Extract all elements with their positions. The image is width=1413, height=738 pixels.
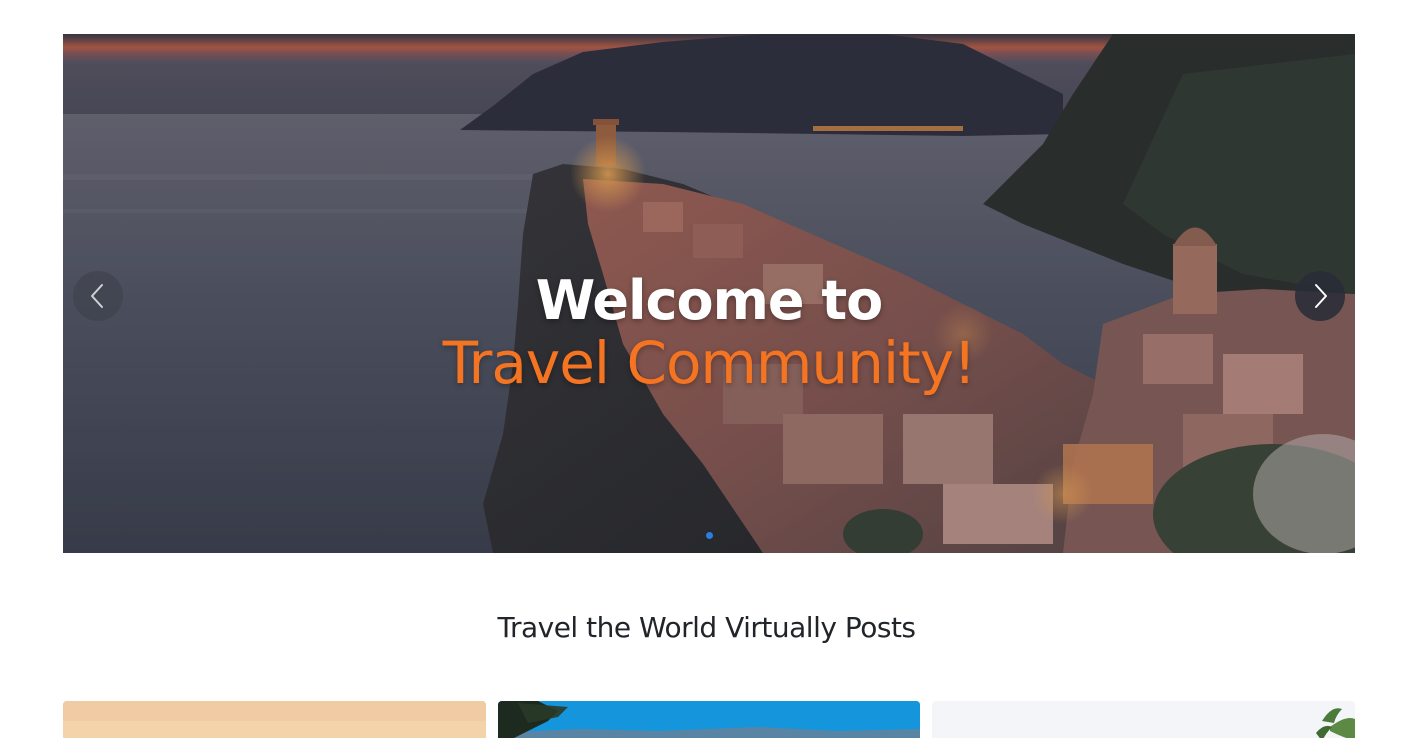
post-card-3[interactable] [932, 701, 1355, 738]
chevron-left-icon [91, 284, 103, 308]
carousel-indicator-1[interactable] [705, 532, 713, 539]
beach-sunset-image [63, 701, 486, 738]
carousel-indicators [63, 532, 1355, 539]
carousel-prev-button[interactable] [73, 271, 123, 321]
section-title: Travel the World Virtually Posts [497, 611, 916, 644]
post-card-2[interactable] [498, 701, 920, 738]
post-card-1[interactable] [63, 701, 486, 738]
hero-title-line1: Welcome to [535, 269, 883, 332]
hero-carousel: Welcome to Travel Community! [63, 34, 1355, 553]
home-page: Welcome to Travel Community! Travel the … [0, 0, 1413, 738]
chevron-right-icon [1315, 284, 1327, 308]
hero-title-line2: Travel Community! [442, 329, 977, 397]
post-cards [63, 701, 1355, 738]
coastal-blue-sky-image [498, 701, 920, 738]
white-sky-plant-image [932, 701, 1355, 738]
carousel-next-button[interactable] [1295, 271, 1345, 321]
hero-caption: Welcome to Travel Community! [63, 269, 1355, 397]
